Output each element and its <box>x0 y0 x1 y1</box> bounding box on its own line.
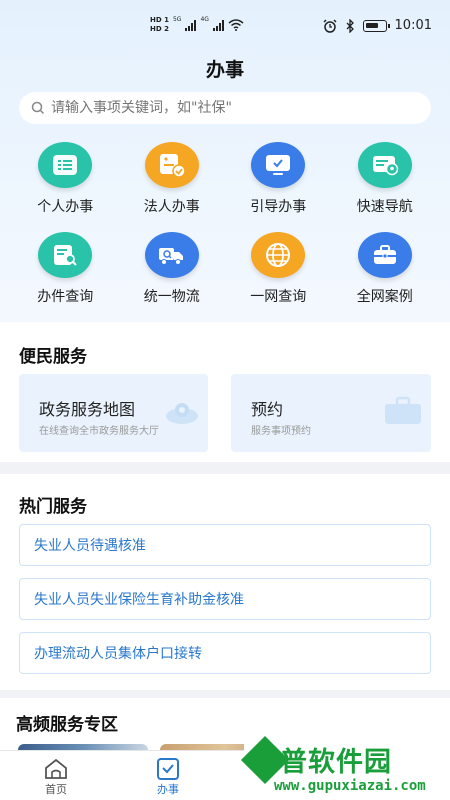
section-title: 便民服务 <box>19 347 87 367</box>
service-label: 个人办事 <box>37 199 94 215</box>
home-icon <box>45 758 67 779</box>
service-label: 快速导航 <box>356 199 413 215</box>
clock: 10:01 <box>394 18 432 33</box>
card-subtitle: 服务事项预约 <box>251 426 311 437</box>
service-cases[interactable]: 全网案例 <box>332 232 439 306</box>
service-label: 引导办事 <box>250 199 307 215</box>
tab-label: 首页 <box>45 783 67 796</box>
convenience-section: 便民服务 政务服务地图 在线查询全市政务服务大厅 预约 服务事项预约 <box>0 322 450 462</box>
list-icon <box>38 142 93 188</box>
hot-service-item[interactable]: 办理流动人员集体户口接转 <box>19 632 431 674</box>
globe-icon <box>251 232 306 278</box>
watermark-title: 谷普软件园 <box>252 747 392 778</box>
document-search-icon <box>38 232 93 278</box>
monitor-check-icon <box>251 142 306 188</box>
service-grid: 个人办事 法人办事 引导办事 快速导航 办件查询 统一物流 一网查询 全网案例 <box>12 142 438 306</box>
battery-icon <box>362 19 390 32</box>
service-label: 统一物流 <box>143 289 200 305</box>
section-title: 高频服务专区 <box>16 715 118 735</box>
hot-services-section: 热门服务 失业人员待遇核准 失业人员失业保险生育补助金核准 办理流动人员集体户口… <box>0 474 450 690</box>
service-query[interactable]: 办件查询 <box>12 232 119 306</box>
service-personal[interactable]: 个人办事 <box>12 142 119 216</box>
badge-check-icon <box>144 142 199 188</box>
card-title: 预约 <box>251 400 284 419</box>
section-title: 热门服务 <box>19 497 87 517</box>
system-indicators: 10:01 <box>323 18 432 33</box>
service-guide[interactable]: 引导办事 <box>225 142 332 216</box>
watermark-url: www.gupuxiazai.com <box>274 778 426 794</box>
map-pin-card-icon <box>357 142 412 188</box>
truck-search-icon <box>144 232 199 278</box>
service-nav[interactable]: 快速导航 <box>332 142 439 216</box>
network-4g-label: 4G <box>200 16 209 23</box>
service-label: 一网查询 <box>250 289 307 305</box>
service-label: 全网案例 <box>356 289 413 305</box>
network-indicators: HD 1 HD 2 5G 4G <box>150 16 244 34</box>
hd-indicator: HD 1 HD 2 <box>150 16 169 33</box>
briefcase-icon <box>357 232 412 278</box>
appointment-card[interactable]: 预约 服务事项预约 <box>231 374 431 452</box>
service-one-net[interactable]: 一网查询 <box>225 232 332 306</box>
search-icon <box>31 101 45 115</box>
hot-service-item[interactable]: 失业人员失业保险生育补助金核准 <box>19 578 431 620</box>
site-watermark: 谷普软件园 www.gupuxiazai.com <box>240 735 450 800</box>
service-label: 法人办事 <box>143 199 200 215</box>
service-legal[interactable]: 法人办事 <box>119 142 226 216</box>
alarm-icon <box>323 18 337 33</box>
briefcase-icon <box>385 396 421 424</box>
bluetooth-icon <box>346 18 354 33</box>
checkbox-icon <box>157 758 179 780</box>
hot-service-item[interactable]: 失业人员待遇核准 <box>19 524 431 566</box>
network-5g-label: 5G <box>172 16 182 23</box>
page-title: 办事 <box>205 59 244 81</box>
search-bar[interactable] <box>19 92 431 124</box>
tab-home[interactable]: 首页 <box>16 757 96 797</box>
signal-icon <box>185 19 197 31</box>
tab-label: 办事 <box>157 783 179 796</box>
status-bar: HD 1 HD 2 5G 4G 10:01 <box>0 14 450 42</box>
map-pin-icon <box>166 403 198 424</box>
signal-icon-2 <box>212 19 224 31</box>
card-subtitle: 在线查询全市政务服务大厅 <box>39 426 159 437</box>
card-title: 政务服务地图 <box>39 400 136 419</box>
service-label: 办件查询 <box>37 289 94 305</box>
search-input[interactable] <box>51 100 411 116</box>
service-logistics[interactable]: 统一物流 <box>119 232 226 306</box>
gov-service-map-card[interactable]: 政务服务地图 在线查询全市政务服务大厅 <box>19 374 208 452</box>
tab-affairs[interactable]: 办事 <box>128 757 208 797</box>
wifi-icon <box>228 19 244 31</box>
